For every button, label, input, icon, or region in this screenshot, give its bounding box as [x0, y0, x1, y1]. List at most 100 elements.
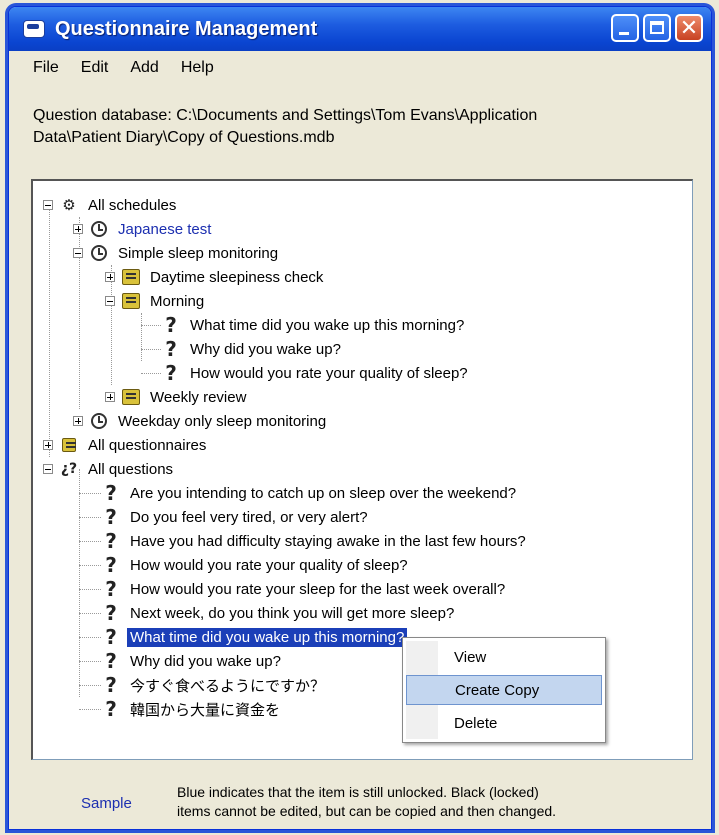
tree-node-weekly-review[interactable]: Weekly review [105, 385, 249, 409]
sample-label: Sample [81, 795, 132, 812]
tree-label: What time did you wake up this morning? [190, 316, 465, 334]
tree-label: Morning [150, 292, 205, 310]
question-icon: ? [105, 625, 117, 649]
collapse-toggle[interactable] [105, 296, 115, 306]
tree-node-weekday-only[interactable]: Weekday only sleep monitoring [73, 409, 329, 433]
questionnaire-icon [121, 291, 141, 311]
menu-file[interactable]: File [33, 59, 59, 77]
collapse-toggle[interactable] [73, 248, 83, 258]
legend-line1: Blue indicates that the item is still un… [177, 784, 539, 800]
close-button[interactable]: ✕ [675, 14, 703, 42]
footer: Sample Blue indicates that the item is s… [9, 777, 711, 829]
collapse-toggle[interactable] [43, 464, 53, 474]
database-path-line1: Question database: C:\Documents and Sett… [33, 107, 538, 124]
questionnaire-icon [121, 387, 141, 407]
questionnaire-window: Questionnaire Management ✕ File Edit Add… [8, 6, 712, 830]
tree-label: Weekday only sleep monitoring [118, 412, 327, 430]
tree-label: What time did you wake up this morning? [127, 627, 408, 647]
expand-toggle[interactable] [73, 224, 83, 234]
tree-node-question[interactable]: ? Why did you wake up? [101, 649, 284, 673]
question-icon: ? [105, 481, 117, 505]
tree-label: Are you intending to catch up on sleep o… [130, 484, 517, 502]
tree-node-all-schedules[interactable]: ⚙ All schedules [43, 193, 179, 217]
tree-node-question[interactable]: ? How would you rate your sleep for the l… [101, 577, 508, 601]
question-icon: ? [105, 697, 117, 721]
question-icon: ? [105, 505, 117, 529]
app-icon [23, 20, 45, 38]
tree-node-japanese-test[interactable]: Japanese test [73, 217, 214, 241]
schedules-icon: ⚙ [62, 196, 76, 214]
context-menu: View Create Copy Delete [402, 637, 606, 743]
expand-toggle[interactable] [105, 272, 115, 282]
tree-node-question[interactable]: ? Next week, do you think you will get mo… [101, 601, 457, 625]
questionnaires-icon [59, 435, 79, 455]
question-icon: ? [105, 577, 117, 601]
tree-label: 韓国から大量に資金を [130, 701, 281, 719]
tree-label: Simple sleep monitoring [118, 244, 279, 262]
tree-label: How would you rate your sleep for the la… [130, 580, 506, 598]
tree-node-question[interactable]: ? Are you intending to catch up on sleep … [101, 481, 519, 505]
context-view[interactable]: View [406, 642, 602, 672]
tree-node-daytime[interactable]: Daytime sleepiness check [105, 265, 326, 289]
tree-label: Daytime sleepiness check [150, 268, 324, 286]
tree-node-question[interactable]: ? 今すぐ食べるようにですか？ [101, 673, 328, 697]
tree-label: All questions [88, 460, 174, 478]
tree-label: How would you rate your quality of sleep… [130, 556, 408, 574]
tree-node-morning-question[interactable]: ? How would you rate your quality of sle… [161, 361, 471, 385]
database-path: Question database: C:\Documents and Sett… [33, 105, 693, 149]
legend-text: Blue indicates that the item is still un… [177, 783, 637, 821]
question-icon: ? [105, 553, 117, 577]
tree-node-question[interactable]: ? How would you rate your quality of slee… [101, 553, 411, 577]
tree-node-all-questions[interactable]: ¿? All questions [43, 457, 176, 481]
expand-toggle[interactable] [43, 440, 53, 450]
question-icon: ? [165, 337, 177, 361]
tree-node-question[interactable]: ? 韓国から大量に資金を [101, 697, 283, 721]
menu-add[interactable]: Add [130, 59, 158, 77]
clock-icon [89, 219, 109, 239]
window-title: Questionnaire Management [55, 17, 318, 40]
tree-label: Why did you wake up? [190, 340, 341, 358]
clock-icon [89, 411, 109, 431]
maximize-button[interactable] [643, 14, 671, 42]
tree-label: Why did you wake up? [130, 652, 281, 670]
tree-label: Weekly review [150, 388, 247, 406]
tree-node-question[interactable]: ? Do you feel very tired, or very alert? [101, 505, 371, 529]
tree-node-morning-question[interactable]: ? Why did you wake up? [161, 337, 344, 361]
tree-label: Have you had difficulty staying awake in… [130, 532, 526, 550]
tree-node-question[interactable]: ? Have you had difficulty staying awake i… [101, 529, 529, 553]
question-icon: ? [105, 673, 117, 697]
tree-label: All questionnaires [88, 436, 207, 454]
tree-label: Next week, do you think you will get mor… [130, 604, 455, 622]
question-icon: ? [105, 601, 117, 625]
title-bar[interactable]: Questionnaire Management ✕ [9, 7, 711, 51]
maximize-icon [650, 21, 664, 34]
tree-label: Do you feel very tired, or very alert? [130, 508, 368, 526]
tree-node-morning[interactable]: Morning [105, 289, 207, 313]
question-icon: ? [165, 361, 177, 385]
menu-help[interactable]: Help [181, 59, 214, 77]
legend-line2: items cannot be edited, but can be copie… [177, 803, 557, 819]
tree-node-simple-sleep[interactable]: Simple sleep monitoring [73, 241, 281, 265]
tree-label: How would you rate your quality of sleep… [190, 364, 468, 382]
database-path-line2: Data\Patient Diary\Copy of Questions.mdb [33, 129, 335, 146]
menu-bar: File Edit Add Help [9, 51, 711, 85]
minimize-button[interactable] [611, 14, 639, 42]
expand-toggle[interactable] [73, 416, 83, 426]
expand-toggle[interactable] [105, 392, 115, 402]
tree-label: All schedules [88, 196, 177, 214]
menu-edit[interactable]: Edit [81, 59, 109, 77]
question-icon: ? [105, 649, 117, 673]
tree-node-morning-question[interactable]: ? What time did you wake up this morning… [161, 313, 467, 337]
tree-label: 今すぐ食べるようにですか？ [130, 677, 326, 695]
questions-icon: ¿? [60, 461, 78, 477]
context-delete[interactable]: Delete [406, 708, 602, 738]
minimize-icon [619, 32, 629, 35]
tree-node-question-selected[interactable]: ? What time did you wake up this morning? [101, 625, 408, 649]
context-create-copy[interactable]: Create Copy [406, 675, 602, 705]
clock-icon [89, 243, 109, 263]
tree-node-all-questionnaires[interactable]: All questionnaires [43, 433, 209, 457]
question-icon: ? [165, 313, 177, 337]
collapse-toggle[interactable] [43, 200, 53, 210]
question-icon: ? [105, 529, 117, 553]
questionnaire-icon [121, 267, 141, 287]
